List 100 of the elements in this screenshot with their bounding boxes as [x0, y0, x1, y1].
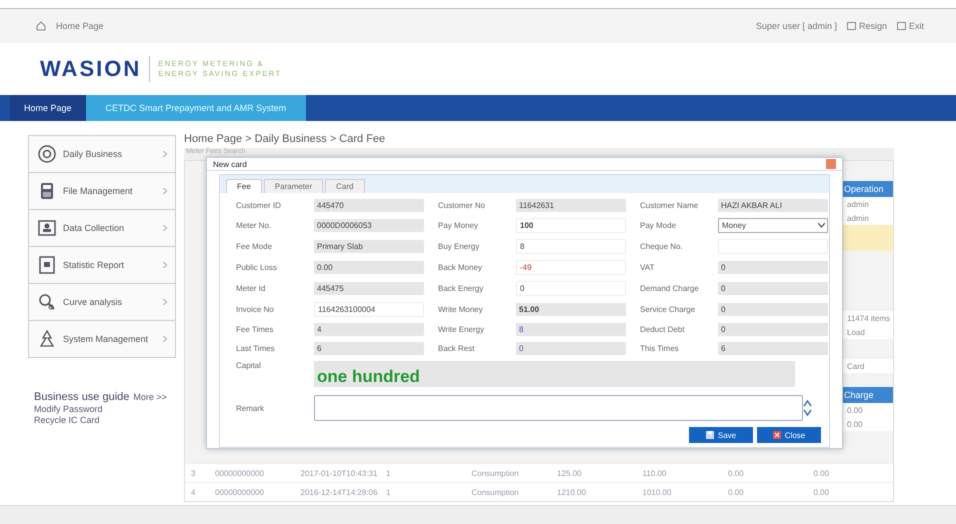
- chevron-icon: [163, 262, 167, 268]
- input-field[interactable]: 8: [516, 239, 626, 254]
- report-icon: [37, 255, 57, 275]
- sidebar-item[interactable]: Data Collection: [28, 209, 176, 247]
- field-label: Invoice No: [235, 305, 275, 314]
- table-cell-text: Consumption: [470, 468, 520, 478]
- breadcrumb: Home Page > Daily Business > Card Fee: [184, 133, 386, 145]
- select-field[interactable]: Money: [718, 218, 828, 233]
- table-cell-text: Consumption: [470, 488, 520, 496]
- column-header: Operation: [841, 181, 893, 197]
- table-cell-text: 0.00: [727, 468, 745, 478]
- table-cell-text: 00000000000: [214, 468, 265, 478]
- field-label: Pay Money: [437, 221, 480, 230]
- field-label: Meter No.: [235, 221, 272, 230]
- user-label: Super user [ admin ]: [756, 21, 837, 31]
- field-label: Deduct Debt: [639, 325, 686, 334]
- resign-link[interactable]: Resign: [846, 21, 887, 31]
- logo: WASION: [40, 56, 142, 82]
- readonly-field: 0: [718, 303, 828, 316]
- readonly-field: 445475: [314, 282, 424, 295]
- tab[interactable]: Fee: [226, 179, 262, 193]
- field-label: Service Charge: [639, 305, 696, 314]
- chevron-icon: [163, 225, 167, 231]
- field-label: Demand Charge: [639, 284, 700, 293]
- field-label: Buy Energy: [437, 242, 480, 251]
- magnifier-icon: [37, 292, 57, 312]
- close-button[interactable]: [826, 159, 836, 169]
- field-label: Fee Mode: [235, 242, 274, 251]
- field-label: This Times: [639, 344, 680, 353]
- location-label: Home Page: [56, 21, 104, 31]
- table-cell: admin: [841, 211, 893, 225]
- field-label: Remark: [235, 404, 266, 412]
- chevron-icon: [163, 151, 167, 157]
- readonly-field: 4: [314, 323, 424, 336]
- table-cell-text: 00000000000: [214, 488, 265, 496]
- selected-row: [841, 225, 893, 251]
- guide-link[interactable]: Modify Password: [34, 404, 176, 414]
- field-label: Write Money: [437, 305, 484, 314]
- field-label: Meter Id: [235, 284, 266, 293]
- window-icon: [896, 22, 906, 30]
- readonly-field: 0: [718, 261, 828, 274]
- chevron-icon: [163, 336, 167, 342]
- table-cell-text: 2017-01-10T10:43:31: [300, 468, 378, 478]
- field-label: Cheque No.: [639, 242, 684, 251]
- readonly-field: Primary Slab: [314, 240, 424, 253]
- remark-field[interactable]: [314, 395, 803, 421]
- readonly-field: 6: [314, 342, 424, 355]
- table-cell: 0.00: [841, 403, 893, 417]
- input-field[interactable]: 100: [516, 218, 626, 233]
- field-label: Customer No: [437, 201, 486, 210]
- readonly-field: 11642631: [516, 199, 626, 212]
- table-cell-text: 0.00: [812, 468, 830, 478]
- table-cell: 0.00: [841, 417, 893, 431]
- readonly-field: 0.00: [314, 261, 424, 274]
- field-label: Customer Name: [639, 201, 700, 210]
- readonly-field: 51.00: [516, 303, 626, 316]
- more-link[interactable]: More >>: [133, 392, 167, 402]
- id-card-icon: [37, 218, 57, 238]
- input-field[interactable]: [718, 239, 828, 254]
- sidebar-item[interactable]: System Management: [28, 320, 176, 358]
- dialog-title: New card: [213, 160, 248, 168]
- table-cell-text: 0.00: [727, 488, 745, 496]
- nav-tab[interactable]: Home Page: [10, 95, 86, 121]
- input-field[interactable]: 0: [516, 281, 626, 296]
- chevron-icon: [818, 223, 825, 228]
- table-cell-text: 110.00: [642, 468, 668, 478]
- guide-title: Business use guide: [34, 391, 130, 403]
- readonly-field: 445470: [314, 199, 424, 212]
- chevron-icon: [163, 299, 167, 305]
- field-label: VAT: [639, 263, 656, 272]
- table-cell-text: 125.00: [556, 468, 582, 478]
- input-field[interactable]: 1164263100004: [314, 302, 424, 317]
- input-field[interactable]: -49: [516, 260, 626, 275]
- save-button[interactable]: Save: [689, 427, 753, 443]
- sidebar-item[interactable]: File Management: [28, 172, 176, 210]
- exit-link[interactable]: Exit: [896, 21, 924, 31]
- guide-link[interactable]: Recycle IC Card: [34, 415, 176, 425]
- readonly-field: HAZI AKBAR ALI: [718, 199, 828, 212]
- readonly-field: 0000D0006053: [314, 219, 424, 232]
- field-label: Last Times: [235, 344, 276, 353]
- window-icon: [846, 22, 856, 30]
- field-label: Write Energy: [437, 325, 486, 334]
- field-label: Back Money: [437, 263, 484, 272]
- table-cell-text: 4: [190, 488, 196, 496]
- table-cell-text: 1: [385, 488, 392, 496]
- field-label: Back Energy: [437, 284, 484, 293]
- tab[interactable]: Card: [325, 179, 364, 193]
- readonly-field: 8: [516, 323, 626, 336]
- field-label: Pay Mode: [639, 221, 678, 230]
- capital-value: one hundred: [314, 361, 795, 387]
- sidebar-item[interactable]: Daily Business: [28, 135, 176, 173]
- field-label: Fee Times: [235, 325, 274, 334]
- sidebar-item[interactable]: Curve analysis: [28, 283, 176, 321]
- column-header: Charge: [841, 387, 893, 403]
- sidebar-item[interactable]: Statistic Report: [28, 246, 176, 284]
- field-label: Back Rest: [437, 344, 476, 353]
- close-dialog-button[interactable]: Close: [757, 427, 821, 443]
- field-label: Customer ID: [235, 201, 282, 210]
- tab[interactable]: Parameter: [264, 179, 324, 193]
- home-icon: [36, 21, 46, 31]
